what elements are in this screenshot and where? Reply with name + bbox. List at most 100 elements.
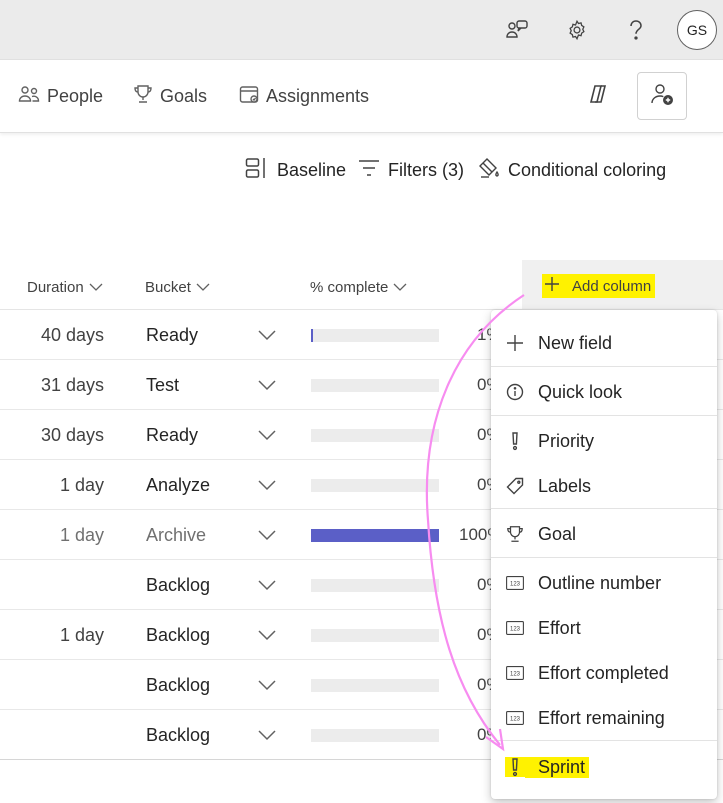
nav-label: People (47, 85, 104, 106)
menu-item-sprint[interactable]: Sprint (491, 745, 717, 789)
chevron-down-icon[interactable] (257, 328, 277, 342)
menu-item-priority[interactable]: Priority (491, 419, 717, 463)
menu-item-outline-number[interactable]: 123 Outline number (491, 561, 717, 605)
nav-item-assignments[interactable]: Assignments (239, 82, 369, 110)
menu-item-label: Quick look (538, 381, 623, 402)
chevron-down-icon[interactable] (257, 628, 277, 642)
add-column-label: Add column (572, 277, 652, 295)
svg-text:123: 123 (510, 582, 521, 588)
menu-divider (491, 740, 717, 741)
progress-bar (311, 529, 439, 542)
svg-text:123: 123 (510, 672, 521, 678)
priority-icon (505, 431, 525, 451)
nav-bar: People Goals Assignments (0, 60, 723, 133)
bucket-cell: Backlog (146, 725, 211, 745)
duration-cell: 31 days (40, 375, 104, 395)
menu-item-label: Effort (538, 617, 581, 638)
filters-button[interactable]: Filters (3) (358, 156, 464, 184)
duration-cell: 30 days (40, 425, 104, 445)
progress-bar (311, 729, 439, 742)
conditional-coloring-label: Conditional coloring (508, 159, 667, 180)
column-header-duration[interactable]: Duration (27, 276, 103, 298)
add-column-menu: New field Quick look Priority Labels Goa… (491, 310, 717, 799)
progress-bar (311, 329, 439, 342)
trophy-icon (505, 524, 525, 544)
chevron-down-icon[interactable] (257, 478, 277, 492)
chevron-down-icon (89, 279, 103, 296)
menu-item-labels[interactable]: Labels (491, 464, 717, 508)
help-icon[interactable] (618, 12, 654, 48)
trophy-icon (133, 84, 153, 109)
menu-item-label: Goal (538, 523, 577, 544)
baseline-button[interactable]: Baseline (245, 156, 346, 184)
menu-divider (491, 415, 717, 416)
menu-item-label: Sprint (525, 756, 590, 778)
bucket-cell: Ready (146, 425, 199, 445)
bucket-cell: Archive (146, 525, 207, 545)
number-field-icon: 123 (505, 573, 525, 593)
chevron-down-icon[interactable] (257, 528, 277, 542)
people-icon (18, 84, 40, 109)
chevron-down-icon[interactable] (257, 578, 277, 592)
chevron-down-icon[interactable] (257, 378, 277, 392)
bucket-cell: Analyze (146, 475, 211, 495)
nav-label: Assignments (266, 85, 370, 106)
duration-cell: 1 day (59, 475, 104, 495)
progress-fill (311, 529, 439, 542)
bucket-cell: Backlog (146, 625, 211, 645)
filters-label: Filters (3) (388, 159, 464, 180)
bucket-cell: Ready (146, 325, 199, 345)
menu-divider (491, 557, 717, 558)
menu-divider (491, 366, 717, 367)
duration-cell: 40 days (40, 325, 104, 345)
menu-item-effort-completed[interactable]: 123 Effort completed (491, 651, 717, 695)
copilot-button[interactable] (573, 72, 623, 120)
filter-icon (358, 159, 380, 182)
svg-text:123: 123 (510, 627, 521, 633)
nav-item-people[interactable]: People (18, 82, 103, 110)
duration-cell: 1 day (59, 525, 104, 545)
paint-bucket-icon (478, 157, 500, 184)
progress-bar (311, 429, 439, 442)
bucket-cell: Backlog (146, 675, 211, 695)
column-title: Duration (27, 278, 84, 296)
progress-bar (311, 479, 439, 492)
plus-icon (544, 276, 560, 296)
progress-bar (311, 379, 439, 392)
menu-item-label: Priority (538, 430, 595, 451)
nav-item-goals[interactable]: Goals (133, 82, 207, 110)
number-field-icon: 123 (505, 708, 525, 728)
column-header-percent-complete[interactable]: % complete (310, 276, 407, 298)
progress-fill (311, 329, 313, 342)
number-field-icon: 123 (505, 663, 525, 683)
gear-icon[interactable] (559, 12, 595, 48)
share-people-button[interactable] (637, 72, 687, 120)
menu-item-effort-remaining[interactable]: 123 Effort remaining (491, 696, 717, 740)
person-add-icon (650, 82, 674, 111)
progress-bar (311, 579, 439, 592)
priority-icon (505, 757, 525, 777)
avatar[interactable]: GS (677, 10, 717, 50)
conditional-coloring-button[interactable]: Conditional coloring (478, 156, 666, 184)
info-icon (505, 382, 525, 402)
menu-item-effort[interactable]: 123 Effort (491, 606, 717, 650)
menu-item-goal[interactable]: Goal (491, 512, 717, 556)
add-column-button[interactable]: Add column (522, 260, 723, 310)
chevron-down-icon[interactable] (257, 428, 277, 442)
baseline-label: Baseline (277, 159, 347, 180)
copilot-icon (586, 82, 610, 111)
assignments-icon (239, 84, 259, 109)
menu-item-quick-look[interactable]: Quick look (491, 370, 717, 414)
menu-item-label: Labels (538, 475, 592, 496)
menu-item-new-field[interactable]: New field (491, 321, 717, 365)
chevron-down-icon (393, 279, 407, 296)
chevron-down-icon[interactable] (257, 678, 277, 692)
nav-label: Goals (160, 85, 208, 106)
menu-item-label: Outline number (538, 572, 662, 593)
duration-cell: 1 day (59, 625, 104, 645)
menu-item-label: Effort completed (538, 662, 669, 683)
menu-item-label: Effort remaining (538, 707, 665, 728)
chevron-down-icon[interactable] (257, 728, 277, 742)
people-chat-icon[interactable] (499, 12, 535, 48)
column-header-bucket[interactable]: Bucket (145, 276, 210, 298)
